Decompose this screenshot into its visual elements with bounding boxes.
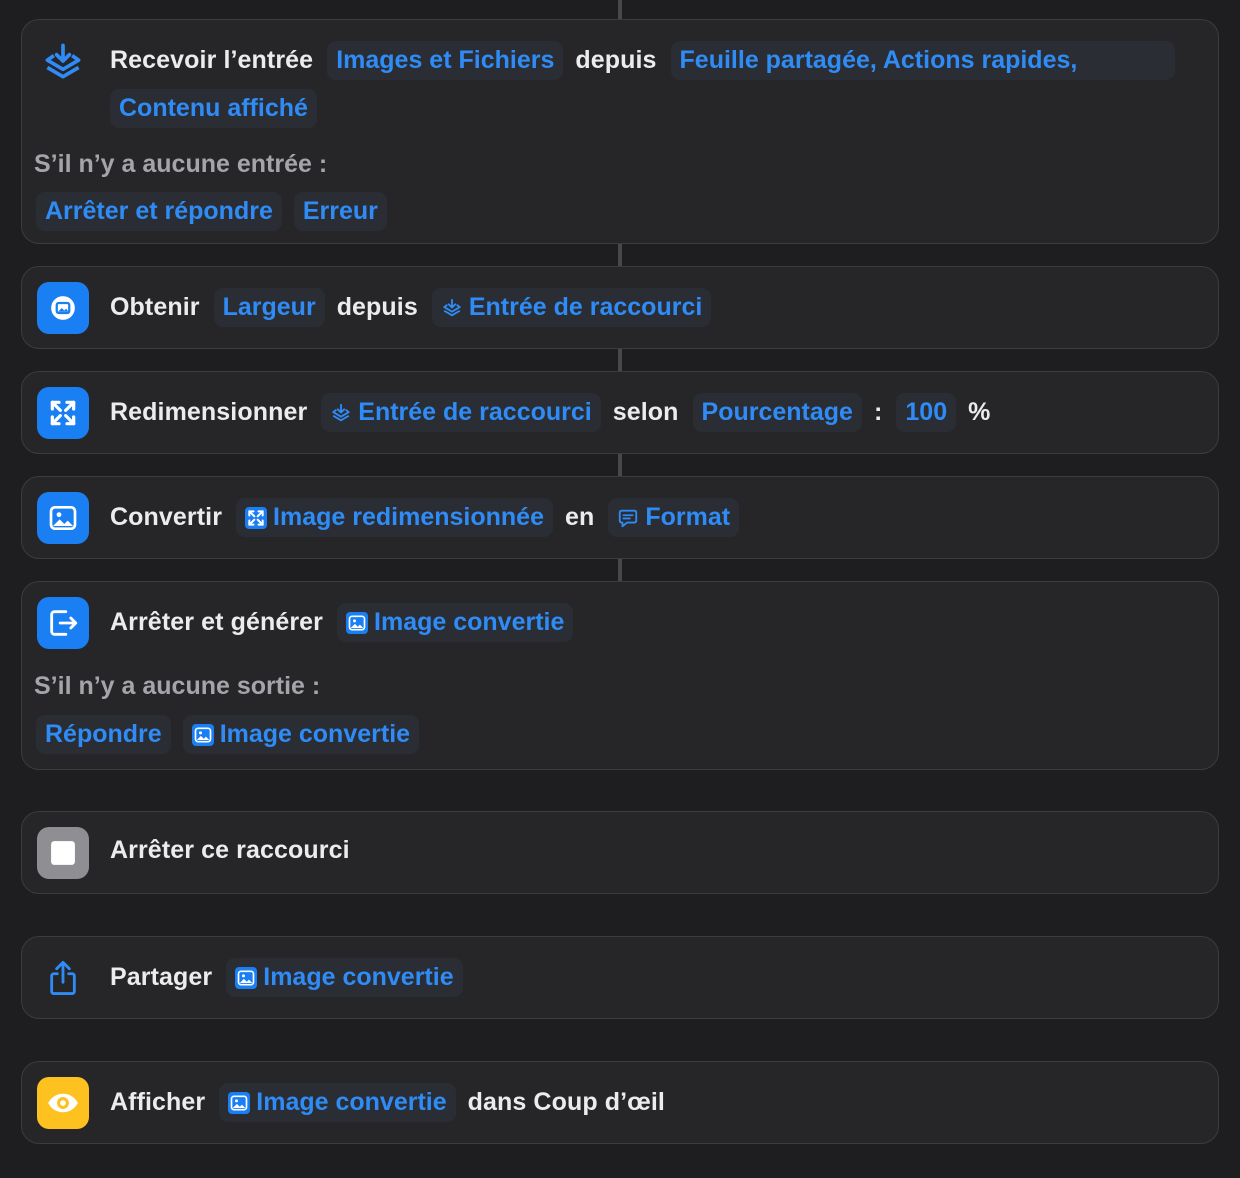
source-label: Entrée de raccourci: [468, 293, 703, 321]
unit: %: [968, 398, 991, 426]
no-output-line: Répondre Image convertie: [36, 715, 431, 754]
share-line: Partager Image convertie: [110, 958, 475, 997]
shortcut-input-icon: [441, 297, 463, 319]
mode-token[interactable]: Pourcentage: [692, 393, 862, 432]
action-share[interactable]: Partager Image convertie: [21, 936, 1219, 1019]
receive-line-1: Recevoir l’entrée Images et Fichiers dep…: [110, 41, 1187, 80]
action-receive-input[interactable]: Recevoir l’entrée Images et Fichiers dep…: [21, 19, 1219, 244]
resize-icon: [245, 506, 268, 529]
format-token[interactable]: Format: [608, 498, 740, 537]
action-verb: Redimensionner: [110, 398, 308, 426]
from-word: depuis: [575, 46, 657, 74]
action-verb: Arrêter ce raccourci: [110, 836, 350, 864]
property-token[interactable]: Largeur: [213, 288, 325, 327]
action-verb: Partager: [110, 963, 213, 991]
resize-icon: [37, 387, 89, 439]
source-token[interactable]: Entrée de raccourci: [431, 288, 712, 327]
stop-line: Arrêter ce raccourci: [110, 836, 364, 865]
output-label: Image convertie: [374, 608, 565, 636]
action-quick-look[interactable]: Afficher Image convertie dans Coup d’œil: [21, 1061, 1219, 1144]
quick-look-line: Afficher Image convertie dans Coup d’œil: [110, 1083, 679, 1122]
no-input-label: S’il n’y a aucune entrée :: [34, 150, 328, 178]
stop-icon: [37, 827, 89, 879]
quick-look-suffix: dans Coup d’œil: [467, 1088, 665, 1116]
speech-bubble-icon: [617, 507, 639, 529]
output-token[interactable]: Image convertie: [337, 603, 574, 642]
shortcut-editor: Recevoir l’entrée Images et Fichiers dep…: [0, 0, 1240, 1178]
shortcut-input-icon: [330, 402, 352, 424]
source-label: Entrée de raccourci: [358, 398, 592, 426]
from-word: depuis: [336, 293, 418, 321]
photo-icon: [346, 611, 369, 634]
item-label: Image convertie: [263, 963, 454, 991]
action-resize[interactable]: Redimensionner Entrée de raccourci selon…: [21, 371, 1219, 454]
no-output-label: S’il n’y a aucune sortie :: [34, 672, 321, 700]
photo-icon: [235, 966, 258, 989]
source-token[interactable]: Entrée de raccourci: [321, 393, 601, 432]
by-word: selon: [612, 398, 679, 426]
no-input-line: Arrêter et répondre Erreur: [36, 192, 399, 231]
photo-icon: [37, 492, 89, 544]
action-stop-shortcut[interactable]: Arrêter ce raccourci: [21, 811, 1219, 894]
item-label: Image convertie: [256, 1088, 447, 1116]
photo-icon: [191, 723, 214, 746]
convert-line: Convertir Image redimensionnée en Format: [110, 498, 751, 537]
to-word: en: [564, 503, 595, 531]
input-sources-token[interactable]: Feuille partagée, Actions rapides,: [670, 41, 1175, 80]
shortcut-input-icon: [37, 36, 89, 88]
action-verb: Afficher: [110, 1088, 206, 1116]
source-label: Image redimensionnée: [273, 503, 544, 531]
share-icon: [37, 952, 89, 1004]
action-convert[interactable]: Convertir Image redimensionnée en Format: [21, 476, 1219, 559]
eye-icon: [37, 1077, 89, 1129]
action-stop-and-output[interactable]: Arrêter et générer Image convertie S’il …: [21, 581, 1219, 770]
source-token[interactable]: Image redimensionnée: [236, 498, 553, 537]
photo-icon: [228, 1091, 251, 1114]
flow-connector: [618, 0, 622, 19]
flow-connector: [618, 243, 622, 266]
value-token[interactable]: 100: [896, 393, 957, 432]
image-details-icon: [37, 282, 89, 334]
action-verb: Arrêter et générer: [110, 608, 324, 636]
flow-connector: [618, 453, 622, 476]
action-get-details[interactable]: Obtenir Largeur depuis Entrée de raccour…: [21, 266, 1219, 349]
exit-icon: [37, 597, 89, 649]
action-verb: Convertir: [110, 503, 223, 531]
item-token[interactable]: Image convertie: [226, 958, 463, 997]
no-output-value-label: Image convertie: [219, 720, 411, 748]
action-verb: Recevoir l’entrée: [110, 46, 314, 74]
input-types-token[interactable]: Images et Fichiers: [327, 41, 564, 80]
no-output-action-token[interactable]: Répondre: [36, 715, 171, 754]
colon: :: [873, 398, 883, 426]
resize-line: Redimensionner Entrée de raccourci selon…: [110, 393, 1004, 432]
flow-connector: [618, 558, 622, 581]
format-label: Format: [645, 503, 731, 531]
flow-connector: [618, 348, 622, 371]
no-output-value-token[interactable]: Image convertie: [182, 715, 420, 754]
action-verb: Obtenir: [110, 293, 200, 321]
no-input-value-token[interactable]: Erreur: [293, 192, 387, 231]
item-token[interactable]: Image convertie: [219, 1083, 456, 1122]
receive-line-2: Contenu affiché: [110, 89, 329, 128]
no-input-action-token[interactable]: Arrêter et répondre: [36, 192, 282, 231]
input-sources-token-continued[interactable]: Contenu affiché: [110, 89, 317, 128]
get-line: Obtenir Largeur depuis Entrée de raccour…: [110, 288, 723, 327]
stop-output-line: Arrêter et générer Image convertie: [110, 603, 585, 642]
